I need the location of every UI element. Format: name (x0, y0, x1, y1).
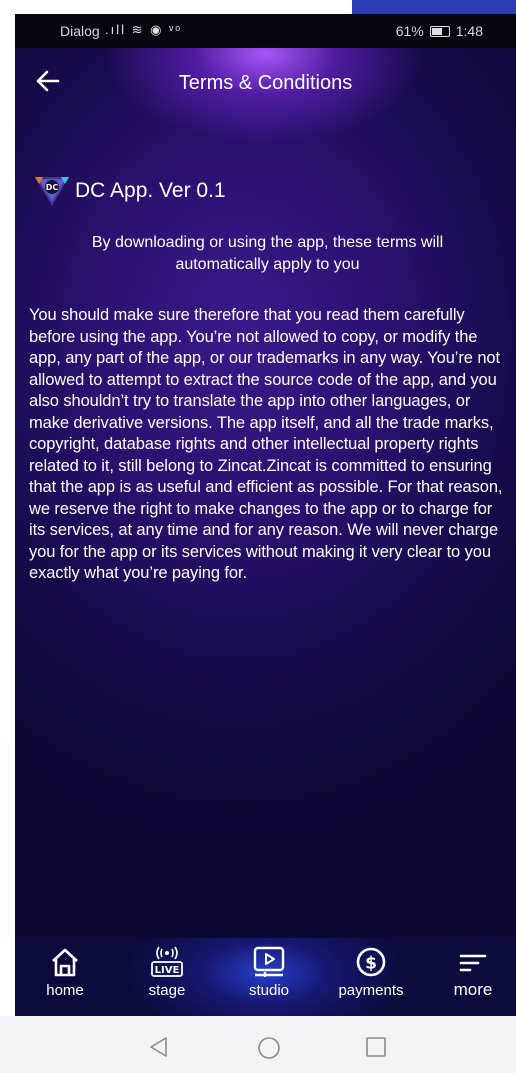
svg-text:DC: DC (46, 183, 59, 192)
carrier-name: Dialog (60, 23, 100, 39)
battery-percent: 61% (395, 23, 424, 39)
dollar-circle-icon: $ (356, 947, 386, 977)
clock: 1:48 (455, 23, 483, 39)
house-icon (52, 948, 78, 977)
triangle-back-icon[interactable] (148, 1036, 170, 1058)
dc-logo-icon: DC (35, 177, 69, 206)
system-navigation-bar (0, 1016, 516, 1073)
battery-icon (429, 25, 450, 37)
nav-label-studio: studio (248, 982, 290, 999)
nav-label-more: more (453, 980, 493, 999)
app-title-row: DC DC App. Ver 0.1 (33, 174, 226, 208)
app-header: Terms & Conditions (15, 48, 516, 118)
intro-text: By downloading or using the app, these t… (91, 234, 444, 273)
page-title: Terms & Conditions (178, 72, 353, 94)
nav-item-more[interactable]: more (428, 946, 516, 1000)
bottom-navigation: home LIVE stage studio $ payments more (15, 938, 516, 1016)
nav-item-stage[interactable]: LIVE stage (122, 946, 212, 999)
menu-lines-icon (459, 954, 487, 972)
square-recent-icon[interactable] (365, 1036, 387, 1058)
svg-text:$: $ (365, 954, 377, 974)
nav-label-stage: stage (148, 982, 186, 999)
app-screen: Dialog .ıll ≋ ◉ ᵛᵒ 61% 1:48 Terms & Cond… (15, 14, 516, 1016)
terms-body-text: You should make sure therefore that you … (29, 306, 503, 582)
status-bar: Dialog .ıll ≋ ◉ ᵛᵒ 61% 1:48 (15, 14, 516, 48)
live-broadcast-icon: LIVE (151, 946, 183, 977)
nav-label-payments: payments (338, 982, 404, 999)
nav-label-home: home (46, 982, 84, 999)
nav-item-payments[interactable]: $ payments (326, 946, 416, 999)
play-screen-icon (253, 946, 285, 977)
nav-item-studio[interactable]: studio (224, 946, 314, 999)
circle-home-icon[interactable] (257, 1036, 281, 1060)
app-title: DC App. Ver 0.1 (75, 179, 226, 202)
live-badge-text: LIVE (155, 965, 180, 976)
nav-item-home[interactable]: home (20, 946, 110, 999)
signal-wifi-icons: .ıll ≋ ◉ ᵛᵒ (105, 22, 183, 37)
status-right: 61% 1:48 (396, 23, 483, 39)
